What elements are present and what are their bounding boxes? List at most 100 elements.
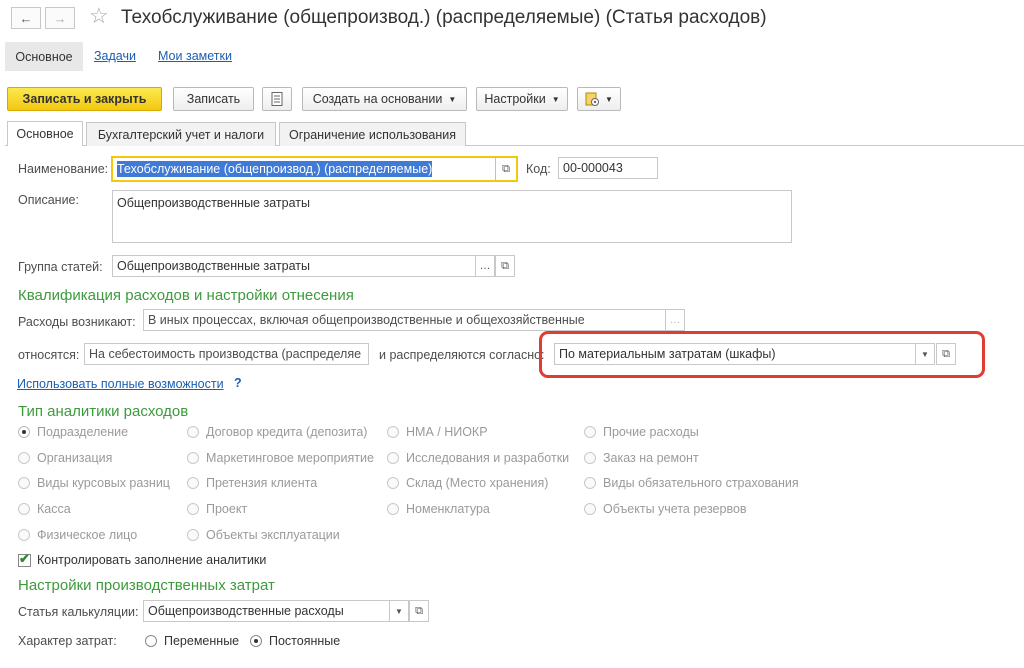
back-button[interactable]: ← [11, 7, 41, 29]
radio-button[interactable] [387, 426, 399, 438]
distributed-label: и распределяются согласно: [379, 348, 545, 362]
save-and-close-button[interactable]: Записать и закрыть [7, 87, 162, 111]
analytics-option-label: Виды обязательного страхования [603, 476, 799, 490]
page-title: Техобслуживание (общепроизвод.) (распред… [121, 7, 767, 28]
analytics-option[interactable]: Виды курсовых разниц [18, 476, 170, 490]
radio-button[interactable] [387, 477, 399, 489]
tab-restrictions[interactable]: Ограничение использования [279, 122, 466, 146]
analytics-option[interactable]: Договор кредита (депозита) [187, 425, 367, 439]
analytics-option-label: Склад (Место хранения) [406, 476, 549, 490]
tab-main[interactable]: Основное [7, 121, 83, 146]
analytics-option[interactable]: Номенклатура [387, 502, 490, 516]
checkbox[interactable]: ✔ [18, 551, 31, 567]
group-input[interactable]: Общепроизводственные затраты [112, 255, 476, 277]
code-value: 00-000043 [563, 161, 623, 175]
control-analytics-label: Контролировать заполнение аналитики [37, 553, 267, 567]
radio-button[interactable] [387, 503, 399, 515]
control-analytics-checkbox[interactable]: ✔ Контролировать заполнение аналитики [18, 551, 267, 567]
analytics-option[interactable]: Объекты учета резервов [584, 502, 747, 516]
save-label: Записать [186, 92, 241, 106]
calc-open-button[interactable]: ⧉ [409, 600, 429, 622]
tab-accounting[interactable]: Бухгалтерский учет и налоги [86, 122, 276, 146]
header-tab-notes[interactable]: Мои заметки [158, 49, 232, 63]
radio-button[interactable] [18, 503, 30, 515]
analytics-option-label: НМА / НИОКР [406, 425, 488, 439]
analytics-option[interactable]: Физическое лицо [18, 528, 137, 542]
analytics-option[interactable]: НМА / НИОКР [387, 425, 488, 439]
production-section-title: Настройки производственных затрат [18, 577, 275, 594]
group-label: Группа статей: [18, 260, 103, 274]
radio-button[interactable] [187, 503, 199, 515]
analytics-option[interactable]: Организация [18, 451, 112, 465]
group-open-button[interactable]: ⧉ [495, 255, 515, 277]
analytics-option-label: Объекты эксплуатации [206, 528, 340, 542]
radio-button[interactable] [18, 426, 30, 438]
arise-select-button[interactable]: … [665, 309, 685, 331]
analytics-option[interactable]: Проект [187, 502, 247, 516]
calc-input[interactable]: Общепроизводственные расходы [143, 600, 390, 622]
analytics-option[interactable]: Касса [18, 502, 71, 516]
full-features-link[interactable]: Использовать полные возможности [17, 377, 224, 391]
radio-button[interactable] [584, 426, 596, 438]
code-input[interactable]: 00-000043 [558, 157, 658, 179]
calc-dropdown-button[interactable]: ▼ [389, 600, 409, 622]
analytics-option-label: Организация [37, 451, 113, 465]
radio-button[interactable] [187, 477, 199, 489]
header-tab-tasks[interactable]: Задачи [94, 49, 136, 63]
create-based-on-label: Создать на основании [312, 92, 443, 106]
radio-button[interactable] [584, 452, 596, 464]
radio-button[interactable] [187, 426, 199, 438]
analytics-option[interactable]: Объекты эксплуатации [187, 528, 340, 542]
chevron-down-icon: ▼ [395, 606, 403, 616]
header-tab-main[interactable]: Основное [5, 42, 83, 71]
radio-button[interactable] [18, 477, 30, 489]
radio-button[interactable] [584, 477, 596, 489]
description-value: Общепроизводственные затраты [117, 196, 310, 210]
analytics-option-label: Договор кредита (депозита) [206, 425, 368, 439]
nature-option-label: Постоянные [269, 634, 341, 648]
radio-button[interactable] [250, 635, 262, 647]
radio-button[interactable] [187, 452, 199, 464]
settings-button[interactable]: Настройки ▼ [476, 87, 568, 111]
radio-button[interactable] [187, 529, 199, 541]
analytics-option[interactable]: Маркетинговое мероприятие [187, 451, 374, 465]
open-window-icon: ⧉ [501, 259, 509, 272]
favorite-star-icon[interactable]: ☆ [89, 3, 109, 29]
nature-option-fixed[interactable]: Постоянные [250, 634, 340, 648]
report-button[interactable] [262, 87, 292, 111]
ellipsis-icon: … [479, 260, 491, 272]
analytics-option-label: Касса [37, 502, 71, 516]
analytics-option-label: Маркетинговое мероприятие [206, 451, 374, 465]
analytics-option-label: Виды курсовых разниц [37, 476, 170, 490]
help-icon[interactable]: ? [234, 376, 242, 390]
tab-accounting-label: Бухгалтерский учет и налоги [97, 127, 265, 142]
nature-option-variable[interactable]: Переменные [145, 634, 239, 648]
analytics-option[interactable]: Претензия клиента [187, 476, 317, 490]
open-window-icon: ⧉ [502, 162, 510, 175]
analytics-option[interactable]: Склад (Место хранения) [387, 476, 548, 490]
radio-button[interactable] [18, 529, 30, 541]
name-open-button[interactable]: ⧉ [496, 156, 518, 182]
analytics-option[interactable]: Исследования и разработки [387, 451, 569, 465]
arise-input: В иных процессах, включая общепроизводст… [143, 309, 666, 331]
print-menu-button[interactable]: ▼ [577, 87, 621, 111]
analytics-option-label: Номенклатура [406, 502, 490, 516]
analytics-option[interactable]: Прочие расходы [584, 425, 699, 439]
save-and-close-label: Записать и закрыть [22, 92, 147, 106]
settings-label: Настройки [484, 92, 546, 106]
name-input[interactable]: Техобслуживание (общепроизвод.) (распред… [111, 156, 497, 182]
radio-button[interactable] [584, 503, 596, 515]
description-textarea[interactable]: Общепроизводственные затраты [112, 190, 792, 243]
nature-option-label: Переменные [164, 634, 240, 648]
radio-button[interactable] [145, 635, 157, 647]
analytics-option[interactable]: Виды обязательного страхования [584, 476, 799, 490]
analytics-option[interactable]: Заказ на ремонт [584, 451, 699, 465]
analytics-option[interactable]: Подразделение [18, 425, 128, 439]
save-button[interactable]: Записать [173, 87, 254, 111]
group-select-button[interactable]: … [475, 255, 495, 277]
forward-button[interactable]: → [45, 7, 75, 29]
radio-button[interactable] [387, 452, 399, 464]
create-based-on-button[interactable]: Создать на основании ▼ [302, 87, 467, 111]
analytics-option-label: Подразделение [37, 425, 129, 439]
radio-button[interactable] [18, 452, 30, 464]
